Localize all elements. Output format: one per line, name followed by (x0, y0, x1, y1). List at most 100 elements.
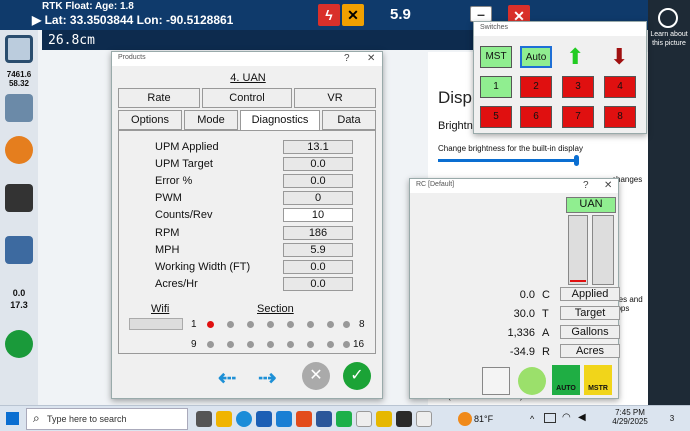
tab-vr[interactable]: VR (294, 88, 376, 108)
wifi-icon[interactable]: ◠ (562, 412, 571, 423)
file-explorer-icon[interactable] (216, 411, 232, 427)
section-dot (247, 321, 254, 328)
section-dot (327, 321, 334, 328)
applied-button[interactable]: Applied (560, 287, 620, 301)
volume-icon[interactable]: ◀ (578, 412, 586, 423)
arrow-left-icon[interactable]: ⇠ (218, 365, 236, 391)
left-readout-1-top: 7461.6 (6, 70, 32, 79)
section-switch-3[interactable]: 3 (562, 76, 594, 98)
arrow-up-icon[interactable]: ⬆ (566, 44, 584, 70)
section-switch-1[interactable]: 1 (480, 76, 512, 98)
auto-mode-button[interactable]: AUTO (552, 365, 580, 395)
section-dot (307, 341, 314, 348)
diag-value: 0.0 (283, 157, 353, 171)
help-icon[interactable]: ? (344, 53, 350, 64)
master-button[interactable]: MSTR (584, 365, 612, 395)
tools-icon[interactable] (5, 94, 33, 122)
diag-value: 0 (283, 191, 353, 205)
diag-row-error: Error % 0.0 (155, 174, 355, 189)
windows-start-icon[interactable] (6, 412, 19, 425)
tray-chevron-icon[interactable]: ^ (530, 414, 534, 424)
tab-control[interactable]: Control (202, 88, 292, 108)
cancel-icon[interactable]: ✕ (302, 362, 330, 390)
search-icon: ⌕ (33, 411, 40, 425)
app-icon[interactable] (316, 411, 332, 427)
section-switch-2[interactable]: 2 (520, 76, 552, 98)
gps-signal-icon[interactable]: ✕ (342, 4, 364, 26)
app-icon-4[interactable] (376, 411, 392, 427)
app-icon-6[interactable] (416, 411, 432, 427)
rc-window-icon[interactable] (482, 367, 510, 395)
section-dot (287, 341, 294, 348)
settings-subheading: Brightn (438, 120, 473, 132)
diag-label: Working Width (FT) (155, 261, 251, 273)
counts-rev-input[interactable]: 10 (283, 208, 353, 222)
task-view-icon[interactable] (196, 411, 212, 427)
clock-date: 4/29/2025 (612, 417, 648, 426)
field-icon[interactable] (5, 236, 33, 264)
display-icon[interactable] (5, 35, 33, 63)
tab-mode[interactable]: Mode (184, 110, 238, 130)
brightness-slider[interactable] (438, 159, 578, 162)
printer-icon[interactable] (5, 184, 33, 212)
tab-diagnostics[interactable]: Diagnostics (240, 110, 320, 130)
mail-icon[interactable] (276, 411, 292, 427)
notification-icon[interactable]: 3 (664, 412, 680, 426)
products-close-icon[interactable]: ✕ (367, 53, 375, 64)
weather-icon[interactable] (458, 412, 472, 426)
left-readout-2-top: 0.0 (12, 288, 26, 298)
app-icon-3[interactable] (356, 411, 372, 427)
acres-button[interactable]: Acres (560, 344, 620, 358)
diag-label: UPM Applied (155, 141, 219, 153)
learn-about-picture[interactable]: Learn about this picture (648, 30, 690, 48)
auto-button[interactable]: Auto (520, 46, 552, 68)
diag-row-pwm: PWM 0 (155, 191, 355, 206)
tab-data[interactable]: Data (322, 110, 376, 130)
network-icon[interactable] (5, 330, 33, 358)
store-icon[interactable] (256, 411, 272, 427)
tab-options[interactable]: Options (118, 110, 182, 130)
rc-help-icon[interactable]: ? (583, 180, 589, 191)
section-switch-6[interactable]: 6 (520, 106, 552, 128)
clock-time: 7:45 PM (615, 408, 645, 417)
taskbar-search-box[interactable]: ⌕ Type here to search (26, 408, 188, 430)
mst-button[interactable]: MST (480, 46, 512, 68)
rc-close-icon[interactable]: ✕ (604, 180, 612, 191)
rc-settings-icon[interactable] (518, 367, 546, 395)
rc-applied-value: 0.0 (519, 289, 535, 301)
section-dot (227, 321, 234, 328)
section-switch-4[interactable]: 4 (604, 76, 636, 98)
gallons-button[interactable]: Gallons (560, 325, 620, 339)
lat-lon-text: Lat: 33.3503844 Lon: -90.5128861 (44, 13, 234, 27)
section-dot (327, 341, 334, 348)
arrow-down-icon[interactable]: ⬇ (610, 44, 628, 70)
map-strip (42, 30, 512, 50)
arrow-right-icon[interactable]: ⇢ (258, 365, 276, 391)
section-switch-5[interactable]: 5 (480, 106, 512, 128)
gear-icon[interactable] (5, 136, 33, 164)
ok-icon[interactable]: ✓ (343, 362, 371, 390)
location-pin-icon[interactable] (658, 8, 678, 28)
clock[interactable]: 7:45 PM 4/29/2025 (606, 408, 654, 426)
battery-icon[interactable] (544, 413, 556, 423)
brightness-thumb[interactable] (574, 155, 579, 166)
target-button[interactable]: Target (560, 306, 620, 320)
section-row1-start: 1 (191, 319, 197, 330)
app-icon-5[interactable] (396, 411, 412, 427)
diag-row-upm-applied: UPM Applied 13.1 (155, 140, 355, 155)
section-switch-8[interactable]: 8 (604, 106, 636, 128)
diag-value: 5.9 (283, 243, 353, 257)
app-icon-2[interactable] (336, 411, 352, 427)
office-icon[interactable] (296, 411, 312, 427)
edge-icon[interactable] (236, 411, 252, 427)
battery-warning-icon[interactable]: ϟ (318, 4, 340, 26)
section-switch-7[interactable]: 7 (562, 106, 594, 128)
diag-label: Counts/Rev (155, 209, 213, 221)
product-name: 4. UAN (230, 72, 266, 84)
brightness-label: Change brightness for the built-in displ… (438, 144, 583, 153)
minimize-icon[interactable]: – (470, 6, 492, 22)
section-dot (343, 321, 350, 328)
diag-label: PWM (155, 192, 182, 204)
tab-rate[interactable]: Rate (118, 88, 200, 108)
diag-row-mph: MPH 5.9 (155, 243, 355, 258)
